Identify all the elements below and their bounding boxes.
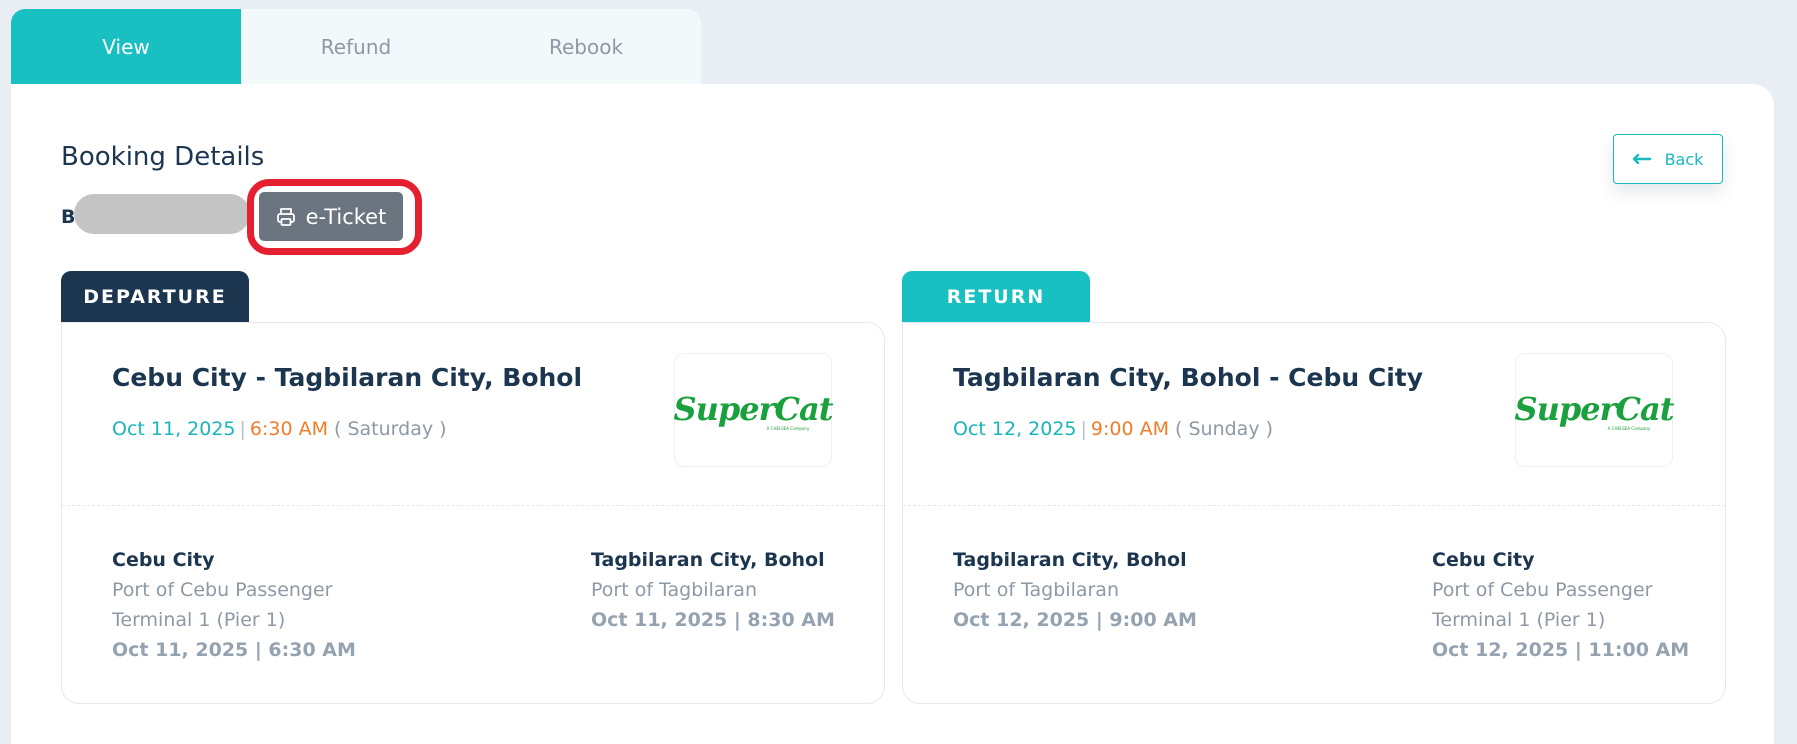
divider	[903, 505, 1725, 506]
return-day: ( Sunday )	[1175, 418, 1274, 440]
origin-port: Port of Tagbilaran	[953, 579, 1119, 601]
return-route: Tagbilaran City, Bohol - Cebu City	[953, 363, 1424, 392]
destination-port: Port of Cebu Passenger Terminal 1 (Pier …	[1432, 579, 1653, 631]
eticket-label: e-Ticket	[305, 204, 387, 229]
return-date: Oct 12, 2025	[953, 418, 1077, 440]
redacted-booking-number	[74, 194, 250, 234]
departure-route: Cebu City - Tagbilaran City, Bohol	[112, 363, 583, 392]
carrier-logo: SuperCat A CHELSEA Company	[1514, 353, 1675, 467]
return-time: 9:00 AM	[1090, 418, 1170, 440]
departure-time: 6:30 AM	[249, 418, 329, 440]
origin-port: Port of Cebu Passenger Terminal 1 (Pier …	[112, 579, 333, 631]
tab-rebook[interactable]: Rebook	[471, 9, 701, 84]
departure-datetime: Oct 11, 2025 | 6:30 AM( Saturday )	[112, 418, 447, 440]
separator: |	[239, 418, 246, 440]
tab-refund[interactable]: Refund	[241, 9, 471, 84]
departure-tag: DEPARTURE	[61, 271, 249, 323]
departure-origin: Cebu City Port of Cebu Passenger Termina…	[112, 545, 412, 665]
separator: |	[1080, 418, 1087, 440]
return-datetime: Oct 12, 2025 | 9:00 AM( Sunday )	[953, 418, 1273, 440]
return-destination: Cebu City Port of Cebu Passenger Termina…	[1432, 545, 1692, 665]
page-title: Booking Details	[61, 142, 265, 172]
arrow-left-icon	[1632, 154, 1651, 164]
carrier-logo-sub: A CHELSEA Company	[766, 425, 810, 431]
destination-datetime: Oct 11, 2025 | 8:30 AM	[591, 609, 835, 631]
departure-card: Cebu City - Tagbilaran City, Bohol Oct 1…	[61, 322, 885, 704]
tab-bar: View Refund Rebook	[11, 9, 701, 84]
divider	[62, 505, 884, 506]
eticket-button[interactable]: e-Ticket	[259, 192, 403, 241]
back-button[interactable]: Back	[1613, 134, 1723, 184]
destination-city: Tagbilaran City, Bohol	[591, 549, 825, 571]
destination-city: Cebu City	[1432, 549, 1535, 571]
origin-city: Tagbilaran City, Bohol	[953, 549, 1187, 571]
departure-day: ( Saturday )	[334, 418, 447, 440]
back-label: Back	[1664, 149, 1704, 169]
departure-destination: Tagbilaran City, Bohol Port of Tagbilara…	[591, 545, 851, 635]
origin-datetime: Oct 12, 2025 | 9:00 AM	[953, 609, 1197, 631]
return-origin: Tagbilaran City, Bohol Port of Tagbilara…	[953, 545, 1253, 635]
destination-port: Port of Tagbilaran	[591, 579, 757, 601]
tab-view[interactable]: View	[11, 9, 241, 84]
carrier-logo: SuperCat A CHELSEA Company	[673, 353, 834, 467]
carrier-logo-sub: A CHELSEA Company	[1607, 425, 1651, 431]
origin-datetime: Oct 11, 2025 | 6:30 AM	[112, 639, 356, 661]
carrier-logo-text: SuperCat	[1514, 389, 1675, 428]
departure-date: Oct 11, 2025	[112, 418, 236, 440]
origin-city: Cebu City	[112, 549, 215, 571]
return-tag: RETURN	[902, 271, 1090, 323]
booking-panel: Booking Details Back B e-Ticket DEPARTUR…	[11, 84, 1774, 744]
carrier-logo-text: SuperCat	[673, 389, 834, 428]
return-card: Tagbilaran City, Bohol - Cebu City Oct 1…	[902, 322, 1726, 704]
destination-datetime: Oct 12, 2025 | 11:00 AM	[1432, 639, 1690, 661]
printer-icon	[276, 207, 295, 226]
